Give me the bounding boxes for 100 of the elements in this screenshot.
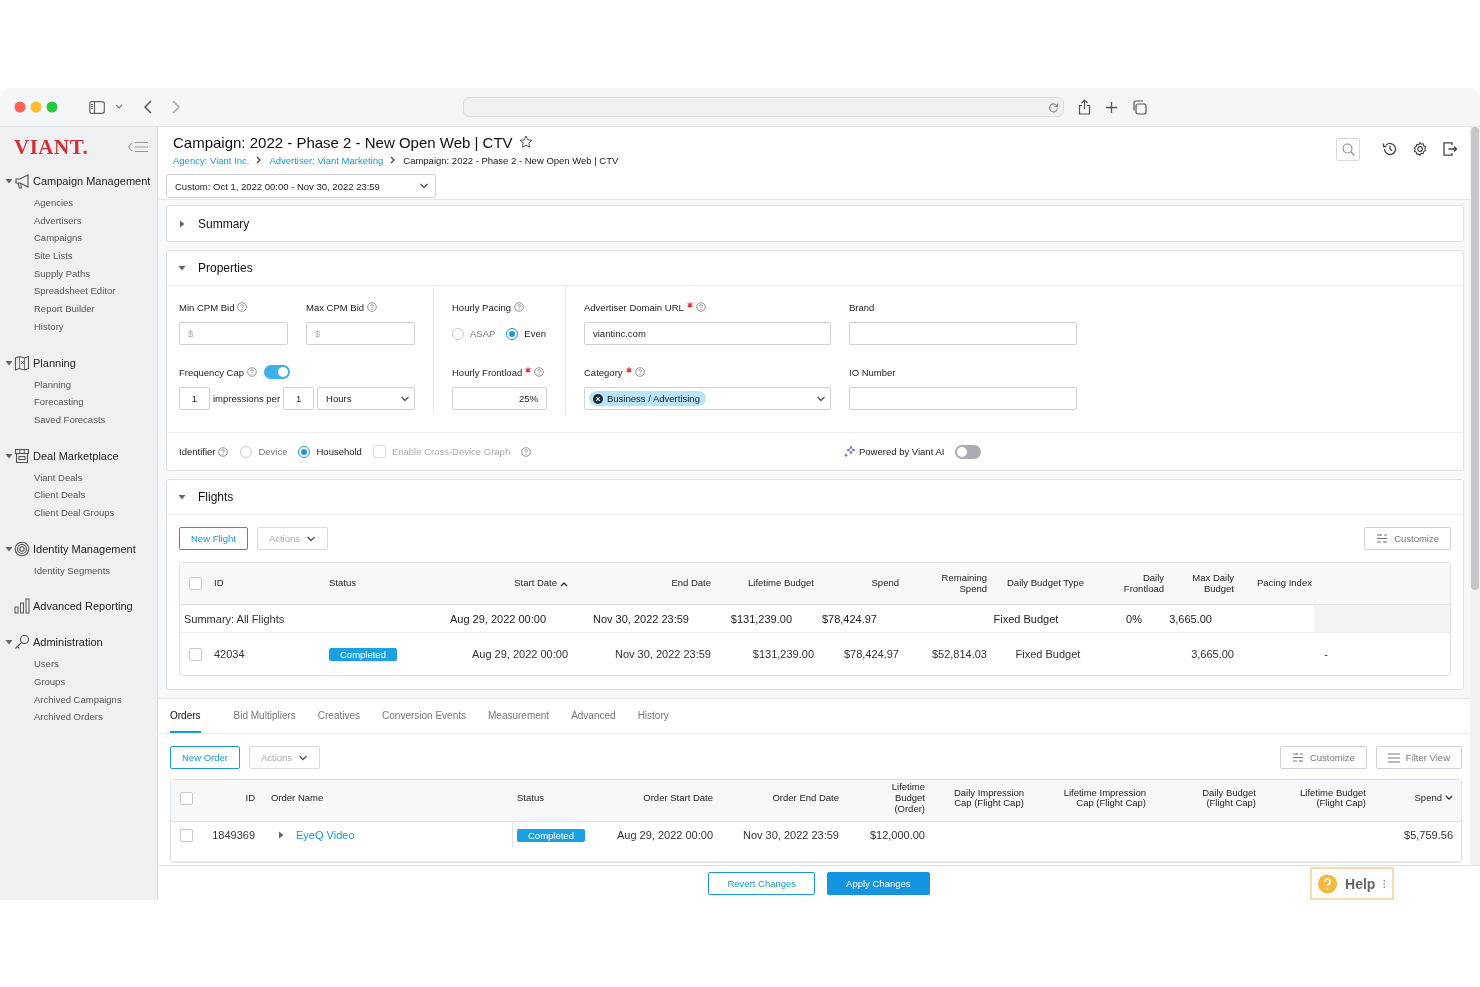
- input-field[interactable]: $: [306, 322, 415, 345]
- nav-item[interactable]: Agencies: [0, 194, 157, 212]
- checkbox[interactable]: [189, 577, 202, 590]
- nav-group-label[interactable]: Planning: [33, 356, 76, 369]
- toggle-switch[interactable]: [263, 365, 290, 379]
- column-header[interactable]: Spend: [1414, 792, 1442, 804]
- category-tag[interactable]: Business / Advertising: [589, 391, 706, 406]
- radio-label[interactable]: ASAP: [470, 328, 496, 339]
- nav-item[interactable]: Site Lists: [0, 247, 157, 265]
- field-label: Brand: [849, 301, 875, 313]
- column-header: Remaining Spend: [940, 572, 987, 595]
- remove-icon[interactable]: [593, 393, 603, 404]
- nav-item[interactable]: History: [0, 317, 157, 336]
- checkbox[interactable]: [189, 647, 202, 661]
- window-controls-icon[interactable]: [14, 101, 60, 113]
- toggle-switch[interactable]: [955, 444, 982, 459]
- input-field[interactable]: 1: [283, 387, 315, 410]
- nav-item[interactable]: Archived Campaigns: [0, 690, 157, 709]
- megaphone-icon: [14, 173, 30, 189]
- input-field[interactable]: 1: [179, 387, 210, 410]
- input-field[interactable]: $: [179, 322, 288, 345]
- scrollbar[interactable]: [1470, 127, 1480, 865]
- tab[interactable]: Conversion Events: [371, 699, 477, 733]
- nav-item[interactable]: Archived Orders: [0, 708, 157, 727]
- nav-group-label[interactable]: Deal Marketplace: [33, 449, 119, 462]
- checkbox[interactable]: [180, 791, 193, 805]
- column-header: Daily Budget (Flight Cap): [1201, 787, 1256, 810]
- nav-item[interactable]: Campaigns: [0, 229, 157, 248]
- filter-lines-icon: [1387, 752, 1400, 763]
- tab[interactable]: History: [626, 699, 680, 733]
- nav-group-label[interactable]: Administration: [33, 636, 103, 649]
- search-button[interactable]: [1336, 137, 1360, 161]
- input-field[interactable]: viantinc.com: [584, 322, 831, 345]
- nav-item[interactable]: Identity Segments: [0, 561, 157, 580]
- nav-item[interactable]: Users: [0, 655, 157, 673]
- table-cell: Nov 30, 2022 23:59: [592, 612, 689, 625]
- nav-item[interactable]: Client Deals: [0, 486, 157, 504]
- date-range-dropdown[interactable]: Custom: Oct 1, 2022 00:00 - Nov 30, 2022 23:59: [166, 174, 436, 198]
- table-cell: $52,814.03: [931, 648, 987, 660]
- nav-item[interactable]: Forecasting: [0, 393, 157, 411]
- logo[interactable]: VIANT.: [14, 134, 89, 160]
- column-header: Status: [517, 792, 544, 804]
- section-header[interactable]: Properties: [167, 251, 1463, 286]
- settings-icon[interactable]: [1412, 141, 1428, 157]
- help-widget[interactable]: Help: [1310, 867, 1394, 900]
- nav-item[interactable]: Advertisers: [0, 211, 157, 230]
- table-cell: 0%: [1126, 612, 1142, 625]
- column-header[interactable]: Start Date: [514, 578, 557, 589]
- checkbox[interactable]: [180, 828, 193, 842]
- tabs-overview-icon[interactable]: [1132, 99, 1147, 115]
- sidebar-toggle-icon[interactable]: [89, 100, 105, 114]
- radio-button[interactable]: [298, 445, 311, 458]
- back-icon[interactable]: [143, 100, 153, 114]
- nav-group-label[interactable]: Identity Management: [33, 542, 136, 555]
- nav-group-label[interactable]: Campaign Management: [33, 175, 151, 187]
- tab[interactable]: Bid Multipliers: [222, 699, 307, 733]
- collapse-menu-icon[interactable]: [127, 141, 149, 153]
- nav-item[interactable]: Spreadsheet Editor: [0, 282, 157, 301]
- tab[interactable]: Creatives: [306, 699, 372, 733]
- logout-icon[interactable]: [1442, 141, 1458, 157]
- tab[interactable]: Orders: [170, 699, 201, 733]
- star-icon[interactable]: [518, 135, 533, 149]
- customize-button[interactable]: Customize: [1364, 527, 1451, 550]
- radio-label[interactable]: Device: [258, 446, 288, 457]
- customize-button[interactable]: Customize: [1279, 746, 1367, 769]
- chevron-down-icon[interactable]: [115, 104, 123, 110]
- section-header[interactable]: Summary: [167, 206, 1463, 241]
- column-header: Order Name: [271, 792, 324, 804]
- tab[interactable]: Advanced: [560, 699, 627, 733]
- radio-button[interactable]: [452, 327, 464, 340]
- nav-item[interactable]: Viant Deals: [0, 468, 157, 487]
- nav-item[interactable]: Report Builder: [0, 300, 157, 318]
- column-header: Lifetime Budget (Flight Cap): [1299, 787, 1366, 810]
- nav-item[interactable]: Groups: [0, 673, 157, 691]
- nav-item[interactable]: Planning: [0, 375, 157, 394]
- columns-icon: [1291, 752, 1304, 763]
- table-cell: Fixed Budget: [1015, 648, 1081, 660]
- unit-dropdown[interactable]: Hours: [317, 387, 415, 410]
- plus-icon[interactable]: [1105, 100, 1118, 114]
- field-label: Advertiser Domain URL: [584, 301, 684, 313]
- input-field[interactable]: 25%: [452, 387, 547, 410]
- nav-item[interactable]: Client Deal Groups: [0, 503, 157, 522]
- radio-label[interactable]: Household: [316, 446, 362, 457]
- forward-icon[interactable]: [171, 100, 181, 114]
- table-cell: 42034: [214, 648, 245, 660]
- nav-group-label[interactable]: Advanced Reporting: [33, 600, 133, 613]
- table-cell: Nov 30, 2022 23:59: [614, 648, 711, 660]
- radio-label[interactable]: Even: [524, 328, 546, 339]
- input-field[interactable]: [849, 322, 1077, 345]
- section-header[interactable]: Flights: [167, 480, 1463, 515]
- radio-button[interactable]: [506, 327, 519, 340]
- nav-item[interactable]: Supply Paths: [0, 264, 157, 283]
- tab[interactable]: Measurement: [477, 699, 561, 733]
- category-dropdown[interactable]: Business / Advertising: [584, 387, 831, 410]
- filter-button[interactable]: Filter View: [1375, 746, 1462, 769]
- share-icon[interactable]: [1078, 99, 1091, 115]
- input-field[interactable]: [849, 387, 1077, 410]
- radio-button[interactable]: [240, 445, 253, 458]
- history-icon[interactable]: [1382, 141, 1398, 157]
- nav-item[interactable]: Saved Forecasts: [0, 410, 157, 429]
